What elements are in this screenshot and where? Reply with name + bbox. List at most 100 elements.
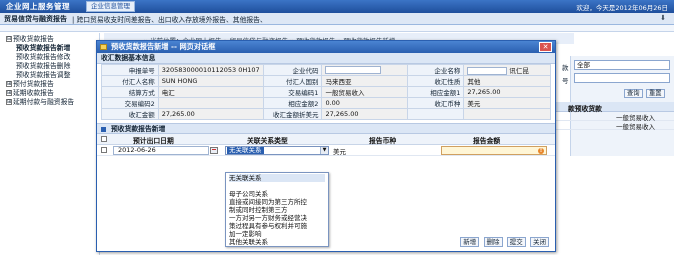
- field-label: 收汇金额: [101, 108, 159, 120]
- tree-item-delete[interactable]: 预收货款报告删除: [0, 62, 99, 71]
- dropdown-option[interactable]: 无关联关系: [229, 174, 325, 182]
- collapse-icon[interactable]: ⊟: [6, 36, 12, 42]
- user-info: 欢迎，今天是2012年06月26日: [576, 4, 668, 12]
- filter-label-number: 号: [562, 77, 569, 85]
- field-label: 交易编码1: [262, 86, 323, 98]
- reset-button[interactable]: 重置: [646, 89, 665, 98]
- chevron-down-icon[interactable]: ▼: [320, 147, 328, 154]
- field-label: 企业名称: [407, 64, 465, 76]
- receipt-amount: 27,265.00: [157, 108, 264, 120]
- receipt-amount-usd: 27,265.00: [321, 108, 409, 120]
- calendar-icon[interactable]: [210, 147, 218, 154]
- report-amount-input[interactable]: !: [441, 146, 547, 155]
- section-bullet-icon: [101, 127, 106, 132]
- nav-item-others[interactable]: | 跨口贸易收支时间差报告、出口收入存放境外报告、其他报告、: [72, 14, 267, 24]
- query-button[interactable]: 查询: [624, 89, 643, 98]
- relation-type-dropdown: 无关联关系 母子公司关系 直接或间接同为第三方所控 制或同时控制第三方 一方对另…: [225, 172, 329, 247]
- table-row: 2012-06-26 无关联关系 ▼ 美元 !: [97, 145, 555, 156]
- top-banner: 企业网上服务管理 企业信息管理 欢迎，今天是2012年06月26日: [0, 0, 674, 13]
- transaction-code-2: [157, 97, 264, 109]
- dropdown-option[interactable]: 制或同时控制第三方: [229, 206, 325, 214]
- filter-input[interactable]: [574, 73, 670, 83]
- amount-2: 0.00: [321, 97, 409, 109]
- add-report-dialog: 预收货款报告新增 -- 网页对话框 ✕ 收汇数据基本信息 申报单号 320583…: [96, 40, 556, 252]
- expand-icon[interactable]: ⊞: [6, 90, 12, 96]
- section-basic-info: 收汇数据基本信息: [97, 53, 555, 64]
- expand-icon[interactable]: ⊞: [6, 99, 12, 105]
- tree-node-deferred-receipt[interactable]: ⊞ 延期收款报告: [0, 89, 99, 98]
- field-label: 相应金额1: [407, 86, 465, 98]
- nav-item-trade-credit[interactable]: 贸易信贷与融资报告: [4, 14, 67, 24]
- dialog-titlebar[interactable]: 预收货款报告新增 -- 网页对话框 ✕: [97, 41, 555, 53]
- field-label: [407, 108, 465, 120]
- tree-item-adjust[interactable]: 预收货款报告调整: [0, 71, 99, 80]
- redacted-field: [467, 67, 508, 75]
- empty-cell: [463, 108, 551, 120]
- settlement-method: 电汇: [157, 86, 264, 98]
- select-all-checkbox[interactable]: [101, 136, 107, 142]
- enterprise-name: 讯仁昆: [463, 64, 551, 76]
- report-currency-value[interactable]: 美元: [333, 146, 346, 156]
- relation-selected-value: 无关联关系: [227, 146, 264, 154]
- submit-button[interactable]: 提交: [506, 237, 526, 247]
- background-grid: 款预收货款 一般贸易收入 一般贸易收入: [556, 102, 674, 142]
- dropdown-option[interactable]: [229, 182, 325, 190]
- dropdown-option[interactable]: 一方对另一方财务或经营决: [229, 214, 325, 222]
- folder-icon: [100, 44, 107, 50]
- nav-bar: 贸易信贷与融资报告 | 跨口贸易收支时间差报告、出口收入存放境外报告、其他报告、…: [0, 13, 674, 25]
- dropdown-option[interactable]: 直接或间接同为第三方所控: [229, 198, 325, 206]
- table-row[interactable]: 一般贸易收入: [556, 112, 674, 122]
- dropdown-option[interactable]: 策过程具有参与权利并可施: [229, 222, 325, 230]
- report-grid-header: 预计出口日期 关联关系类型 报告币种 报告金额: [97, 134, 555, 145]
- nav-strip: [0, 25, 674, 32]
- receipt-currency: 美元: [463, 97, 551, 109]
- field-label: 收汇性质: [407, 75, 465, 87]
- dropdown-option[interactable]: 母子公司关系: [229, 190, 325, 198]
- delete-button[interactable]: 删除: [483, 237, 503, 247]
- close-icon[interactable]: ✕: [539, 42, 552, 52]
- payer-country: 马来西亚: [321, 75, 409, 87]
- dropdown-option[interactable]: 其他关联关系: [229, 238, 325, 246]
- tab-enterprise-info[interactable]: 企业信息管理: [86, 1, 135, 12]
- table-row[interactable]: 一般贸易收入: [556, 121, 674, 131]
- tree-node-advance-payment[interactable]: ⊞ 预付货款报告: [0, 80, 99, 89]
- receipt-nature: 其他: [463, 75, 551, 87]
- payer-name: SUN HONG: [157, 75, 264, 87]
- basic-info-table: 申报单号 320583000010112053 0H107 企业代码 企业名称 …: [101, 64, 551, 120]
- enterprise-code: [321, 64, 409, 76]
- add-button[interactable]: 新增: [460, 237, 480, 247]
- close-button[interactable]: 关闭: [530, 237, 549, 247]
- field-label: 交易编码2: [101, 97, 159, 109]
- dialog-button-bar: 新增 删除 提交 关闭: [458, 237, 549, 247]
- relation-type-select[interactable]: 无关联关系 ▼: [225, 146, 329, 155]
- tree-node-advance-receipt[interactable]: ⊟ 预收货款报告: [0, 35, 99, 44]
- filter-label-payment: 款: [562, 64, 569, 72]
- field-label: 企业代码: [262, 64, 323, 76]
- amount-1: 27,265.00: [463, 86, 551, 98]
- col-relation-type: 关联关系类型: [247, 137, 288, 145]
- expand-icon[interactable]: ⊞: [6, 81, 12, 87]
- app-title: 企业网上服务管理: [6, 2, 70, 11]
- grid-header: 款预收货款: [556, 102, 674, 113]
- col-expected-export-date: 预计出口日期: [133, 137, 174, 145]
- tree-node-deferred-payment[interactable]: ⊞ 延期付款与融资报告: [0, 98, 99, 107]
- tree-item-modify[interactable]: 预收货款报告修改: [0, 53, 99, 62]
- field-label: 付汇人国别: [262, 75, 323, 87]
- redacted-field: [325, 66, 382, 74]
- field-label: 付汇人名称: [101, 75, 159, 87]
- field-label: 收汇币种: [407, 97, 465, 109]
- warning-icon: !: [538, 148, 544, 154]
- dialog-title: 预收货款报告新增 -- 网页对话框: [111, 42, 216, 51]
- field-label: 收汇金额折美元: [262, 108, 323, 120]
- transaction-code-1: 一般贸易收入: [321, 86, 409, 98]
- filter-select[interactable]: 全部: [574, 60, 670, 70]
- row-checkbox[interactable]: [101, 147, 107, 153]
- field-label: 相应金额2: [262, 97, 323, 109]
- declaration-number: 320583000010112053 0H107: [157, 64, 264, 76]
- nav-collapse-icon[interactable]: ⬇: [660, 14, 666, 22]
- expected-export-date-input[interactable]: 2012-06-26: [113, 146, 209, 155]
- field-label: 申报单号: [101, 64, 159, 76]
- col-report-currency: 报告币种: [369, 137, 397, 145]
- tree-item-add[interactable]: 预收货款报告新增: [0, 44, 99, 53]
- dropdown-option[interactable]: 加一定影响: [229, 230, 325, 238]
